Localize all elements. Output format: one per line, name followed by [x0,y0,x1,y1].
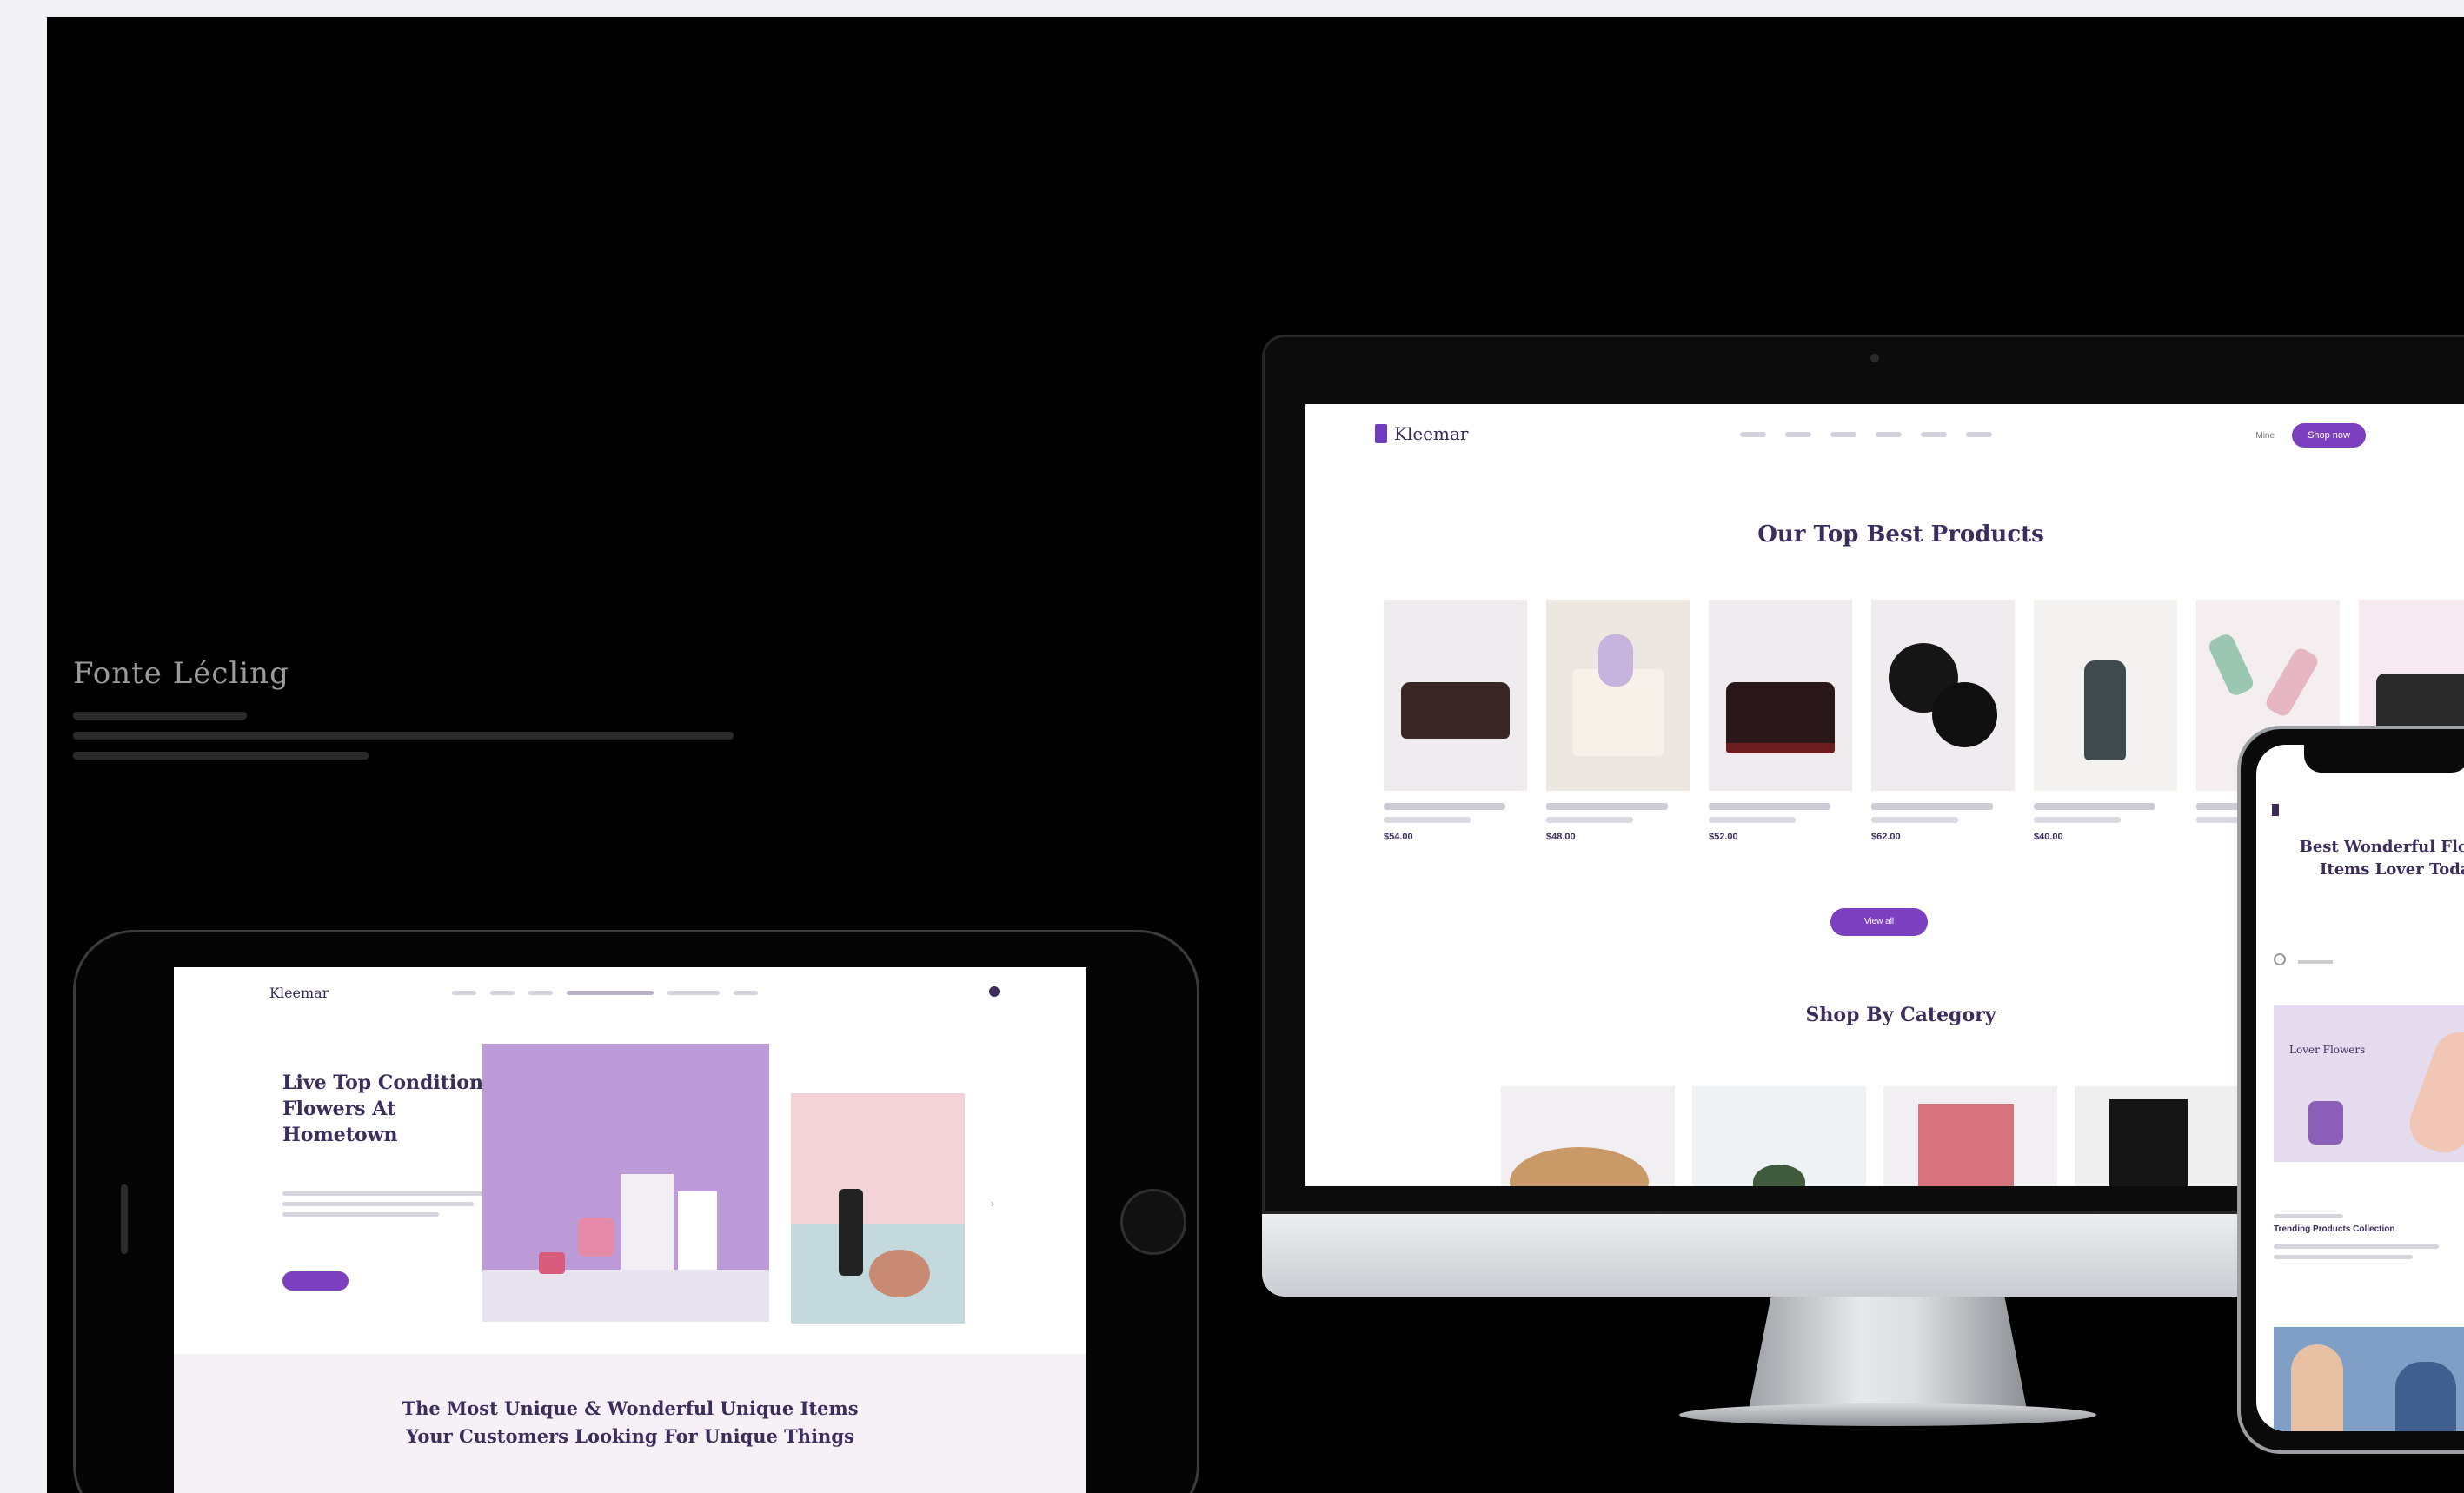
product-price: $40.00 [2034,832,2063,842]
caption-text-line [73,752,369,760]
product-subtitle [1709,817,1796,823]
category-card[interactable] [1692,1086,1866,1186]
nav-actions: Mine Shop now [2255,423,2366,448]
nav-link[interactable] [528,991,553,995]
product-name [2034,803,2155,810]
nav-link[interactable] [1921,432,1947,437]
tablet-intro-band: The Most Unique & Wonderful Unique Items… [174,1354,1086,1493]
product-image [1871,600,2015,791]
tablet-website: Kleemar Live Top Conditioned Flowers At … [174,967,1086,1493]
product-card[interactable]: $48.00 [1546,600,1690,842]
band-text-line2: Your Customers Looking For Unique Things [406,1425,854,1447]
product-image [1546,600,1690,791]
product-card[interactable]: $52.00 [1709,600,1852,842]
category-card[interactable] [1883,1086,2057,1186]
nav-link[interactable] [452,991,476,995]
band-text-line1: The Most Unique & Wonderful Unique Items [402,1397,859,1419]
product-card[interactable]: $40.00 [2034,600,2177,842]
hero-text-line [282,1191,500,1196]
product-name [1546,803,1668,810]
caption-text-line [73,732,734,740]
caption-text-line [73,712,247,720]
tablet-site-header: Kleemar [174,967,1086,1011]
phone-text-line [2274,1214,2343,1218]
product-price: $48.00 [1546,832,1576,842]
showcase-caption: Fonte Lécling [73,656,786,760]
site-nav-links [1740,432,1992,437]
caption-title: Fonte Lécling [73,656,289,691]
product-name [1709,803,1830,810]
site-header: Kleemar Mine Shop now [1305,404,2464,465]
product-name [1871,803,1993,810]
hero-secondary-image [791,1093,965,1324]
tablet-mockup: Kleemar Live Top Conditioned Flowers At … [73,930,1199,1493]
phone-promo-card[interactable]: Lover Flowers [2274,1005,2464,1162]
hero-text-line [282,1212,439,1217]
logo-text: Kleemar [1394,423,1469,444]
product-card[interactable]: $54.00 [1384,600,1527,842]
camera-icon [1870,354,1879,362]
nav-link[interactable] [567,991,654,995]
cart-icon[interactable] [989,986,1000,997]
category-grid [1501,1086,2248,1186]
slider-arrow-icon[interactable]: › [991,1198,994,1210]
product-subtitle [1384,817,1471,823]
hero-cta-button[interactable] [282,1271,349,1291]
phone-text-line [2274,1255,2413,1259]
products-section-title: Our Top Best Products [1757,521,2044,547]
product-image [2034,600,2177,791]
presentation-stage: Fonte Lécling Kleemar Mine Shop now Our … [47,17,2464,1493]
phone-website: Best Wonderful Flower Items Lover Today … [2256,745,2464,1431]
site-logo[interactable]: Kleemar [1375,423,1468,444]
nav-link[interactable] [1876,432,1902,437]
phone-heading: Best Wonderful Flower Items Lover Today [2299,838,2464,879]
product-subtitle [1871,817,1958,823]
phone-text-line [2274,1244,2439,1249]
search-icon [2274,953,2286,965]
nav-link[interactable] [667,991,720,995]
home-button-icon [1120,1189,1186,1255]
hero-text-line [282,1202,474,1206]
tablet-nav-links [452,991,758,995]
category-card[interactable] [2075,1086,2248,1186]
nav-link[interactable] [1830,432,1856,437]
shop-now-button[interactable]: Shop now [2292,423,2366,448]
nav-link[interactable] [1740,432,1766,437]
phone-section-text: Trending Products Collection [2274,1224,2395,1234]
hero-image [482,1044,769,1322]
product-price: $52.00 [1709,832,1738,842]
phone-logo-icon[interactable] [2272,804,2279,816]
nav-link[interactable] [734,991,758,995]
product-image [1709,600,1852,791]
nav-link[interactable] [1966,432,1992,437]
category-card[interactable] [1501,1086,1675,1186]
login-link[interactable]: Mine [2255,431,2275,441]
product-card[interactable]: $62.00 [1871,600,2015,842]
phone-search-input[interactable] [2274,953,2464,967]
product-price: $54.00 [1384,832,1413,842]
product-image [1384,600,1527,791]
product-price: $62.00 [1871,832,1901,842]
product-subtitle [1546,817,1633,823]
desktop-base [1679,1403,2096,1426]
tablet-logo[interactable]: Kleemar [269,985,329,1001]
product-subtitle [2034,817,2121,823]
phone-notch [2304,745,2464,773]
nav-link[interactable] [1785,432,1811,437]
tablet-speaker [121,1184,128,1254]
nav-link[interactable] [490,991,515,995]
desktop-stand [1749,1297,2027,1410]
phone-mockup: Best Wonderful Flower Items Lover Today … [2237,726,2464,1454]
promo-card-title: Lover Flowers [2289,1044,2366,1056]
product-name [1384,803,1505,810]
phone-photo [2274,1327,2464,1431]
logo-icon [1375,424,1387,443]
view-all-button[interactable]: View all [1830,908,1928,936]
